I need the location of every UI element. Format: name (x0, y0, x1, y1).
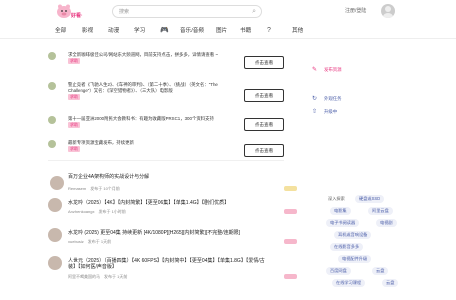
item-thumbnail (48, 198, 62, 212)
nav-item-music[interactable]: 音乐/音频 (180, 27, 204, 35)
request-tag: 求助 (68, 94, 80, 100)
tag-cloud-title: 深入探索 (328, 196, 345, 201)
tag-chip[interactable]: 在线学习课程 (332, 279, 366, 287)
category-nav: 全部 影视 动漫 学习 🎮 音乐/音频 图片 书籍 ? 其他 (0, 23, 456, 39)
search-icon[interactable]: ⌕ (252, 7, 256, 17)
avatar (48, 116, 56, 124)
item-title[interactable]: 百万企业4A架构师的实战设计与分解 (68, 174, 268, 180)
status-badge (284, 209, 297, 214)
tag-chip[interactable]: 云盘 (382, 279, 399, 287)
nav-item-study[interactable]: 学习 (134, 27, 145, 35)
view-button[interactable]: 点击查看 (244, 144, 284, 157)
upgrade-link[interactable]: 升级中 (324, 109, 337, 115)
item-thumbnail (50, 176, 64, 190)
tag-chip[interactable]: 电视剧 (376, 219, 397, 227)
user-actions: ✎ 发布资源 ↻ 外观任务 ⇧ 升级中 (312, 60, 408, 170)
request-text[interactable]: 第十一届亚洲2000附民大会教科书：有趣为收藏版PRSC1，300个资料支持 求助 (68, 116, 218, 128)
tag-chip[interactable]: 硬盘或SSD (355, 195, 385, 203)
tag-chip[interactable]: 阿里云盘 (368, 207, 393, 215)
item-meta: 阿里不喝美国的马 发布于 1天前 (68, 274, 128, 279)
status-badge (284, 274, 297, 279)
view-button[interactable]: 点击查看 (244, 56, 284, 69)
nav-item-images[interactable]: 图片 (216, 27, 227, 35)
item-title[interactable]: 人世元（2025）（百播四集）【4K 60FPS】【内封简中】【更至04集】【单… (68, 258, 268, 270)
tag-chip[interactable]: 电影集 (330, 207, 351, 215)
item-thumbnail (48, 228, 62, 242)
login-link[interactable]: 注册/登陆 (345, 7, 366, 14)
view-button[interactable]: 点击查看 (244, 89, 284, 102)
search-input[interactable]: 搜索 ⌕ (112, 5, 262, 18)
nav-item-other[interactable]: 其他 (292, 27, 303, 35)
edit-icon: ✎ (312, 67, 318, 73)
request-text[interactable]: 警止竞者《飞驰人生2》、《车神的审判》、（第二十季）、（挑战）（英文名："The… (68, 82, 218, 100)
item-thumbnail (48, 256, 62, 270)
status-badge (284, 239, 297, 244)
tag-chip[interactable]: 在线影音多多 (330, 243, 364, 251)
item-meta: Remasem 发布于 10个月前 (68, 186, 120, 191)
avatar (48, 52, 56, 60)
nav-item-video[interactable]: 影视 (82, 27, 93, 35)
nav-item-books[interactable]: 书籍 (240, 27, 251, 35)
request-text[interactable]: 最新专项资源宝藏发布，持续更新 求助 (68, 140, 218, 152)
nav-item-anime[interactable]: 动漫 (108, 27, 119, 35)
site-logo[interactable]: 好看· (56, 3, 86, 20)
task-link[interactable]: 外观任务 (324, 96, 342, 102)
view-button[interactable]: 点击查看 (244, 118, 284, 131)
status-badge (284, 186, 297, 191)
task-icon: ↻ (312, 96, 318, 102)
request-tag: 求助 (68, 58, 80, 64)
request-tag: 求助 (68, 122, 80, 128)
publish-link[interactable]: 发布资源 (324, 67, 342, 73)
tag-chip[interactable]: 云盘 (372, 267, 389, 275)
header: 好看· 搜索 ⌕ 注册/登陆 (0, 0, 456, 23)
tag-cloud: 深入探索 硬盘或SSD 电影集 阿里云盘 电子书阅读器 电视剧 耳机或音响设备 … (324, 193, 420, 295)
tag-chip[interactable]: 百度网盘 (326, 267, 351, 275)
nav-item-all[interactable]: 全部 (55, 27, 66, 35)
item-meta: xuebusiz 发布于 1天前 (68, 239, 112, 244)
avatar (48, 82, 56, 90)
search-placeholder: 搜索 (119, 9, 130, 15)
item-title[interactable]: 水龙吟 (2025) 更至04集 持续更新 [4K/1080P][H265][内… (68, 230, 268, 236)
tag-chip[interactable]: 电子书阅读器 (326, 219, 360, 227)
upgrade-icon: ⇧ (312, 109, 318, 115)
item-meta: Anzhenkoangx 发布于 1小时前 (68, 209, 126, 214)
request-text[interactable]: 求全新咖啡极佳公司/网站东大频道网，目前支持点击，拼多多，详情请查看 ~ 求助 (68, 52, 218, 64)
logo-text: 好看· (71, 13, 83, 19)
gamepad-icon[interactable]: 🎮 (160, 26, 169, 35)
tag-chip[interactable]: 电视配件升级 (338, 255, 372, 263)
item-title[interactable]: 水龙吟（2025）【4K】【内封简繁】【更至06集】【单集1.4G】【剧们优质】 (68, 200, 268, 206)
avatar[interactable] (381, 4, 395, 18)
avatar (48, 140, 56, 148)
request-tag: 求助 (68, 146, 80, 152)
tag-chip[interactable]: 耳机或音响设备 (334, 231, 372, 239)
help-icon[interactable]: ? (267, 26, 271, 35)
request-panel: 求全新咖啡极佳公司/网站东大频道网，目前支持点击，拼多多，详情请查看 ~ 求助 点… (48, 44, 284, 161)
